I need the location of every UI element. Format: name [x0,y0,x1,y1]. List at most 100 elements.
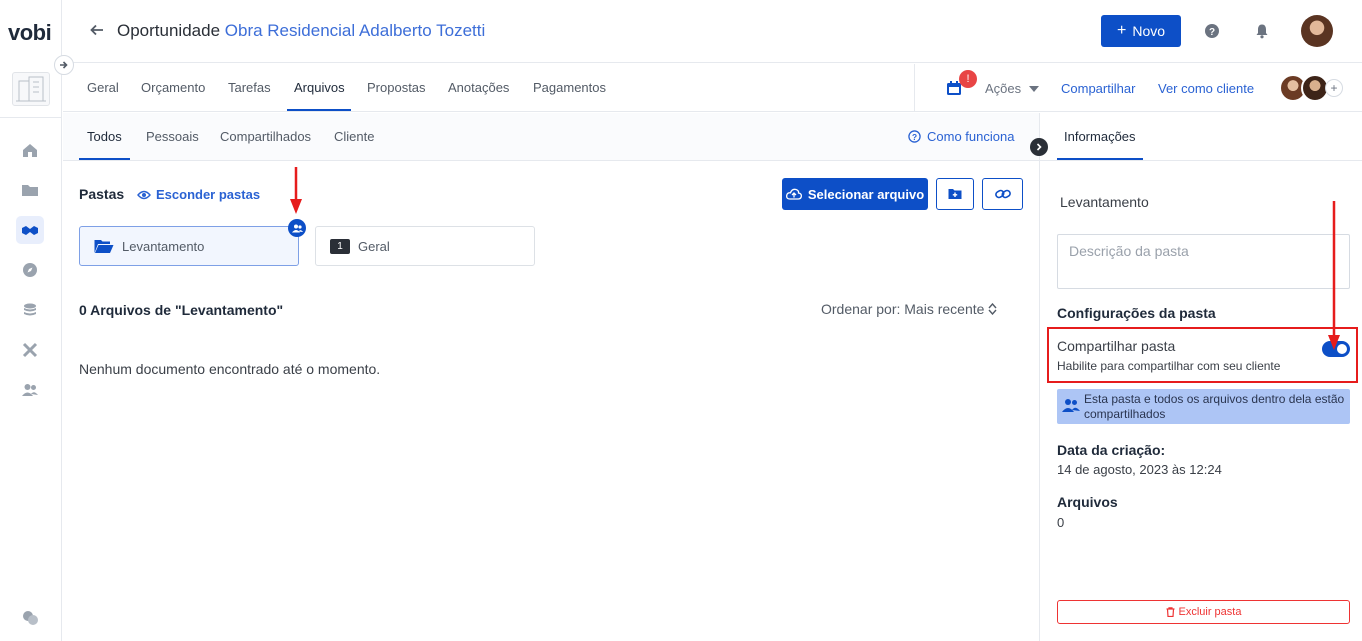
nav-finance[interactable] [16,296,44,324]
tools-icon [22,342,38,358]
tab-pagamentos[interactable]: Pagamentos [533,80,606,95]
main-tabs: Geral Orçamento Tarefas Arquivos Propost… [63,64,1362,112]
bell-icon [1256,24,1268,39]
nav-people[interactable] [16,376,44,404]
folders-heading: Pastas [79,186,125,202]
sidebar-divider [0,117,62,118]
files-count-label: Arquivos [1057,494,1118,510]
nav-home[interactable] [16,136,44,164]
how-it-works-label: Como funciona [927,129,1015,144]
sort-label: Ordenar por: Mais recente [821,301,985,317]
back-button[interactable] [89,22,105,43]
project-thumbnail[interactable] [12,72,50,106]
new-button[interactable]: + Novo [1101,15,1181,47]
people-icon [1062,399,1080,412]
share-link[interactable]: Compartilhar [1061,81,1135,96]
files-count-value: 0 [1057,515,1065,530]
actions-dropdown[interactable]: Ações [985,81,1040,96]
panel-divider [1040,160,1362,161]
tab-geral[interactable]: Geral [87,80,119,95]
files-heading: 0 Arquivos de "Levantamento" [79,302,284,318]
svg-text:?: ? [1209,27,1215,38]
folder-count-badge: 1 [330,238,350,254]
user-avatar[interactable] [1301,15,1333,47]
tab-informacoes[interactable]: Informações [1064,129,1136,144]
folder-description-field[interactable]: Descrição da pasta [1057,234,1350,289]
compass-icon [23,263,37,277]
active-subtab-indicator [79,158,130,160]
subtab-todos[interactable]: Todos [87,129,122,144]
nav-tools[interactable] [16,336,44,364]
select-file-button[interactable]: Selecionar arquivo [782,178,928,210]
folder-name: Geral [358,238,390,254]
empty-state-message: Nenhum documento encontrado até o moment… [79,361,381,377]
tab-orcamento[interactable]: Orçamento [141,80,205,95]
eye-icon [137,190,151,199]
annotation-arrow-folder [290,167,302,214]
add-member-button[interactable]: + [1325,79,1343,97]
cloud-upload-icon [785,188,802,200]
sidebar-expand-button[interactable] [54,55,74,75]
plus-icon: + [1116,22,1127,39]
page-title-prefix: Oportunidade [117,21,221,40]
nav-opportunities[interactable] [16,216,44,244]
notification-badge: ! [959,70,977,88]
folder-icon [22,185,38,196]
share-folder-hint: Habilite para compartilhar com seu clien… [1057,359,1281,373]
folder-info-panel: Informações Levantamento Descrição da pa… [1039,113,1362,641]
created-date-value: 14 de agosto, 2023 às 12:24 [1057,462,1222,477]
tab-propostas[interactable]: Propostas [367,80,426,95]
folder-card-geral[interactable]: 1 Geral [315,226,535,266]
notifications-button[interactable] [1254,23,1270,44]
actions-label: Ações [985,81,1022,96]
vobi-logo[interactable]: vobi [8,20,52,46]
nav-folders[interactable] [16,176,44,204]
left-sidebar: vobi [0,0,62,641]
tab-anotacoes[interactable]: Anotações [448,80,509,95]
share-folder-label: Compartilhar pasta [1057,338,1176,354]
new-button-label: Novo [1132,23,1166,39]
sort-dropdown[interactable]: Ordenar por: Mais recente [821,301,997,317]
how-it-works-link[interactable]: ? Como funciona [908,129,1014,144]
people-icon [291,224,303,232]
svg-text:?: ? [912,132,917,142]
subtab-pessoais[interactable]: Pessoais [146,129,199,144]
delete-folder-button[interactable]: Excluir pasta [1057,600,1350,624]
nav-chat[interactable] [16,604,44,632]
hide-folders-button[interactable]: Esconder pastas [137,187,260,202]
panel-toggle-button[interactable] [1030,138,1048,156]
link-icon [994,189,1011,199]
help-circle-icon: ? [908,130,921,143]
toggle-knob [1337,344,1347,354]
chevron-right-icon [1036,143,1042,151]
help-button[interactable]: ? [1204,23,1220,44]
tab-tarefas[interactable]: Tarefas [228,80,271,95]
folder-card-levantamento[interactable]: Levantamento [79,226,299,266]
shared-notice: Esta pasta e todos os arquivos dentro de… [1057,389,1350,424]
view-as-client-link[interactable]: Ver como cliente [1158,81,1254,96]
help-icon: ? [1205,24,1219,38]
add-link-button[interactable] [982,178,1023,210]
select-file-label: Selecionar arquivo [807,186,925,202]
sort-icon [988,303,997,315]
shared-folder-badge [288,219,306,237]
arrow-right-icon [60,61,68,69]
nav-compass[interactable] [16,256,44,284]
share-folder-toggle[interactable] [1322,341,1350,357]
folder-open-icon [94,239,114,253]
caret-down-icon [1029,85,1040,92]
hide-folders-label: Esconder pastas [156,187,261,202]
created-date-label: Data da criação: [1057,442,1166,458]
tab-arquivos[interactable]: Arquivos [294,80,345,95]
subtab-compartilhados[interactable]: Compartilhados [220,129,311,144]
folder-title[interactable]: Levantamento [1060,194,1149,210]
arrow-left-icon [90,24,103,36]
trash-icon [1166,607,1174,617]
opportunity-link[interactable]: Obra Residencial Adalberto Tozetti [225,21,486,40]
new-folder-button[interactable] [936,178,974,210]
folder-settings-heading: Configurações da pasta [1057,305,1216,321]
handshake-icon [22,226,38,235]
tabs-divider [914,64,915,112]
delete-folder-label: Excluir pasta [1178,606,1242,618]
subtab-cliente[interactable]: Cliente [334,129,374,144]
